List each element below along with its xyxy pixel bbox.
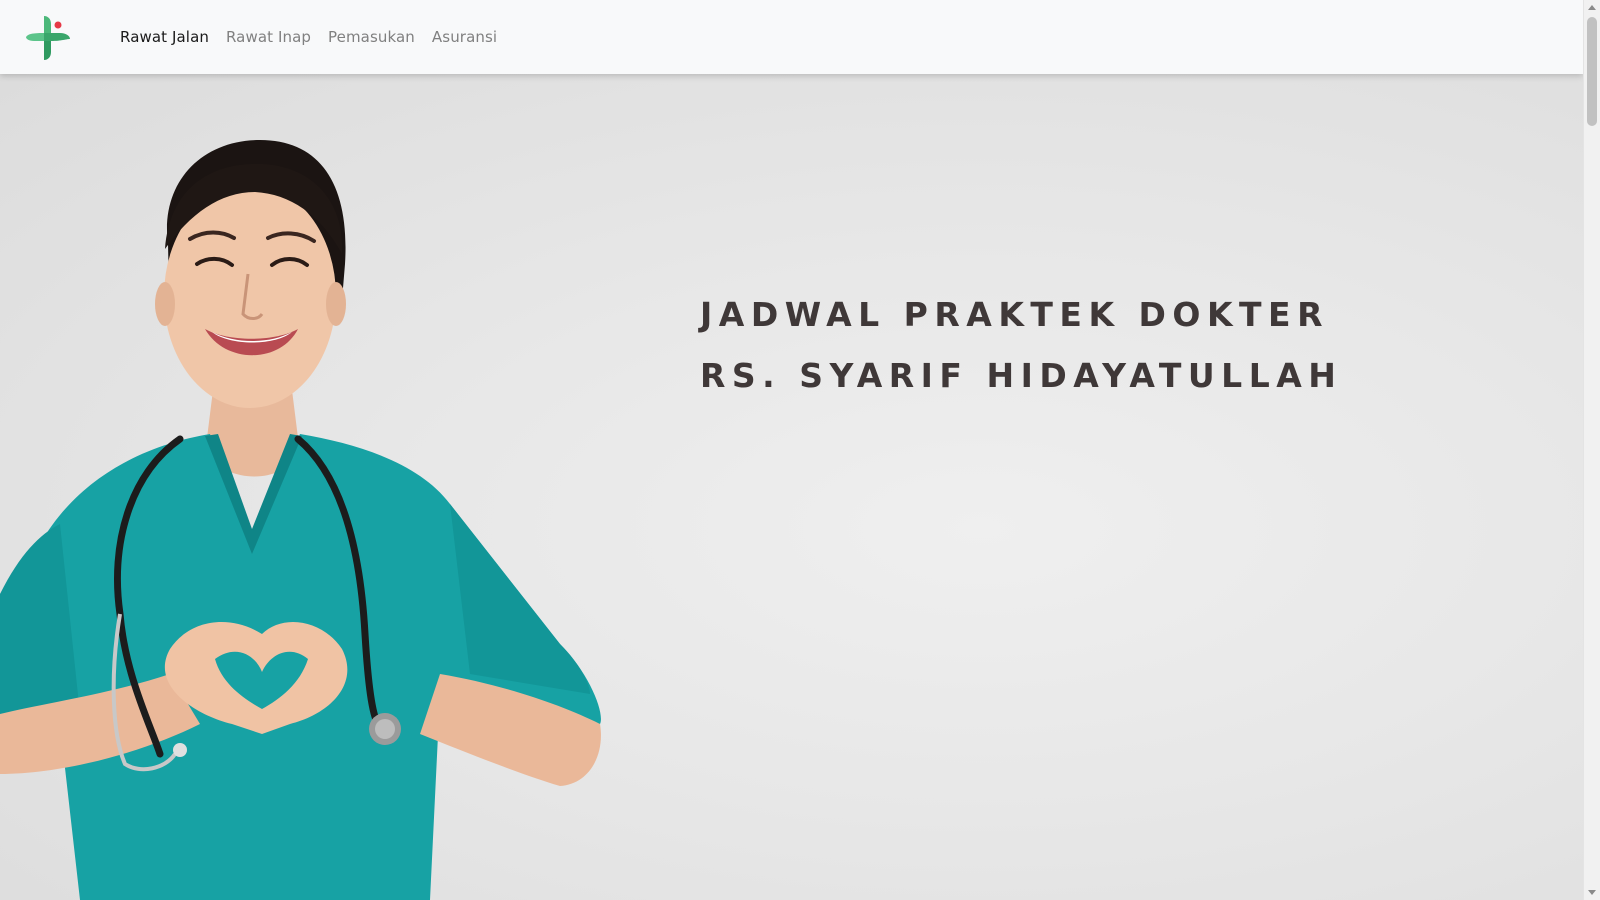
nav-menu: Rawat Jalan Rawat Inap Pemasukan Asurans… — [120, 0, 497, 74]
page-scrollbar[interactable] — [1583, 0, 1600, 900]
hero-title-line-2: RS. SYARIF HIDAYATULLAH — [700, 356, 1343, 395]
hero-title: JADWAL PRAKTEK DOKTER RS. SYARIF HIDAYAT… — [700, 284, 1343, 406]
medical-cross-logo-icon — [26, 16, 70, 60]
nav-link-pemasukan[interactable]: Pemasukan — [328, 28, 415, 46]
nav-link-rawat-inap[interactable]: Rawat Inap — [226, 28, 311, 46]
scroll-thumb[interactable] — [1587, 17, 1597, 126]
hero-banner: JADWAL PRAKTEK DOKTER RS. SYARIF HIDAYAT… — [0, 74, 1583, 900]
top-navbar: Rawat Jalan Rawat Inap Pemasukan Asurans… — [0, 0, 1583, 74]
scroll-down-arrow-icon[interactable] — [1588, 890, 1596, 895]
nav-link-rawat-jalan[interactable]: Rawat Jalan — [120, 28, 209, 46]
scroll-up-arrow-icon[interactable] — [1588, 5, 1596, 10]
nurse-heart-hands-photo — [0, 140, 601, 900]
brand-logo[interactable] — [22, 12, 74, 64]
hero-title-line-1: JADWAL PRAKTEK DOKTER — [700, 295, 1329, 334]
nav-link-asuransi[interactable]: Asuransi — [432, 28, 497, 46]
